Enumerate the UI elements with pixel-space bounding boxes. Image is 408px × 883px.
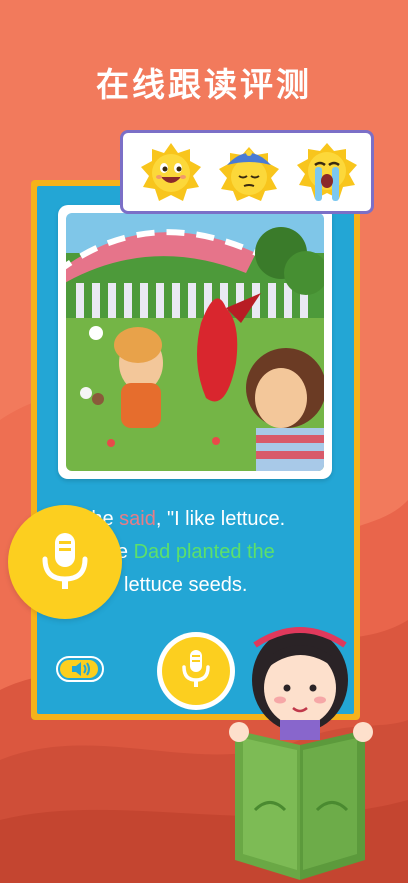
record-button[interactable]	[157, 632, 235, 710]
story-word-highlight-red[interactable]: said	[119, 508, 156, 530]
story-word-highlight-green[interactable]: Dad planted the	[134, 541, 275, 563]
page-title: 在线跟读评测	[96, 65, 312, 104]
microphone-icon	[182, 650, 210, 687]
speaker-toggle[interactable]	[56, 656, 104, 682]
sleepy-cap-emoji-icon[interactable]	[217, 141, 281, 205]
microphone-icon	[42, 533, 88, 589]
story-word: , "I like lettuce.	[155, 508, 286, 530]
record-button-large[interactable]	[8, 505, 122, 619]
happy-sun-emoji-icon[interactable]	[139, 141, 203, 205]
feedback-emoji-panel	[120, 130, 374, 214]
story-line-1: She said, "I like lettuce.	[78, 503, 338, 536]
crying-emoji-icon[interactable]	[295, 141, 359, 205]
girl-reading-character	[229, 627, 373, 880]
story-illustration-frame	[58, 205, 332, 479]
speaker-icon	[72, 662, 90, 676]
story-illustration	[66, 213, 324, 471]
